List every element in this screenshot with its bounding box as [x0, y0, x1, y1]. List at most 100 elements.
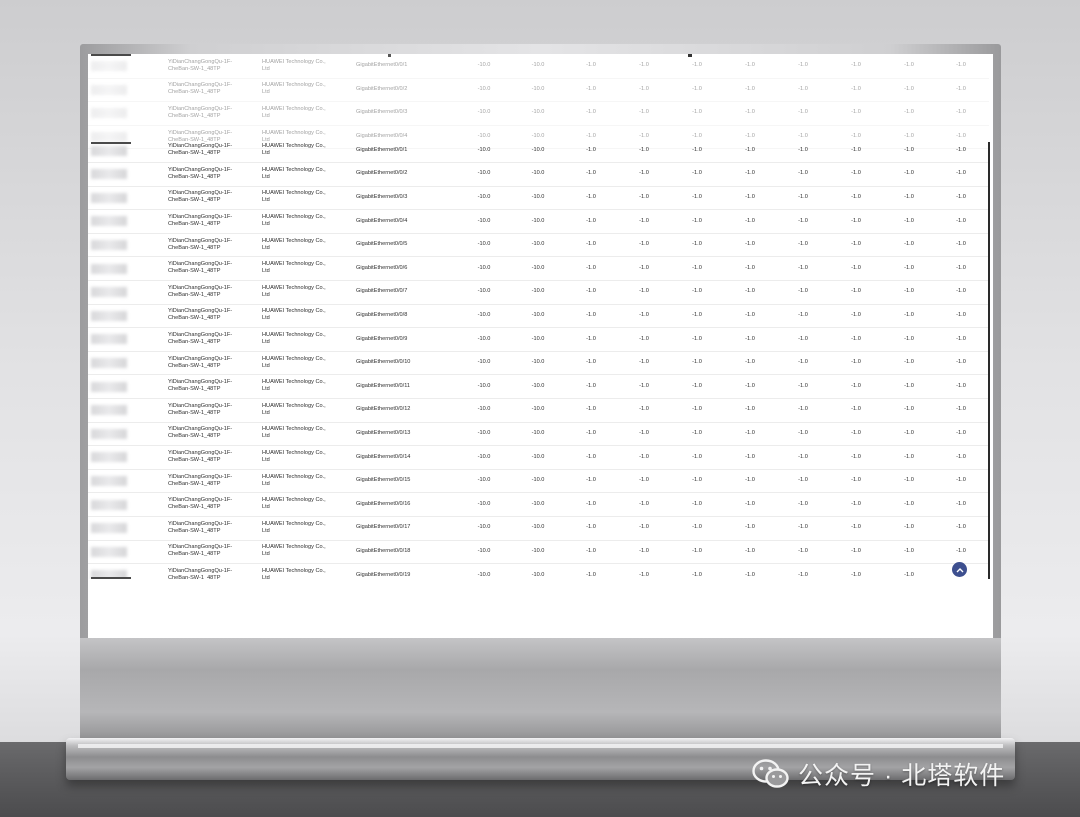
value-cell: -1.0	[639, 429, 649, 436]
value-cell: -1.0	[904, 62, 914, 69]
redacted-ip	[91, 287, 127, 298]
table-row[interactable]: YiDianChangGongQu-1F- CheBan-SW-1_48TP HUA…	[88, 209, 989, 234]
table-row[interactable]: YiDianChangGongQu-1F- CheBan-SW-1_48TP HUA…	[88, 327, 989, 352]
table-row[interactable]: YiDianChangGongQu-1F- CheBan-SW-1_48TP HUA…	[88, 375, 989, 400]
table-row[interactable]: YiDianChangGongQu-1F- CheBan-SW-1_48TP HUA…	[88, 233, 989, 258]
value-cell: -1.0	[956, 382, 966, 389]
vendor-cell: HUAWEI Technology Co., Ltd	[262, 78, 352, 102]
value-cell: -1.0	[692, 193, 702, 200]
value-cell: -1.0	[586, 109, 596, 116]
device-name-cell-line: YiDianChangGongQu-1F-	[168, 544, 233, 551]
device-name-cell-line: CheBan-SW-1_48TP	[168, 551, 221, 558]
value-cell: -1.0	[798, 109, 808, 116]
device-name-cell-line: CheBan-SW-1_48TP	[168, 480, 221, 487]
port-cell: GigabitEthernet0/0/13	[356, 422, 456, 446]
value-cell: -10.0	[477, 453, 491, 460]
device-name-cell-line: CheBan-SW-1_48TP	[168, 268, 221, 275]
vendor-cell-line: Ltd	[262, 339, 270, 346]
value-cell: -10.0	[531, 193, 545, 200]
value-cell: -10.0	[531, 453, 545, 460]
value-cell: -1.0	[904, 146, 914, 153]
port-cell: GigabitEthernet0/0/16	[356, 493, 456, 517]
back-to-top-button[interactable]	[952, 562, 967, 577]
value-cell: -1.0	[904, 477, 914, 484]
value-cell: -1.0	[692, 264, 702, 271]
table-row[interactable]: YiDianChangGongQu-1F- CheBan-SW-1_48TP HUA…	[88, 280, 989, 305]
value-cell: -1.0	[692, 311, 702, 318]
vendor-cell-line: HUAWEI Technology Co.,	[262, 284, 326, 291]
table-row[interactable]: YiDianChangGongQu-1F- CheBan-SW-1_48TP HUA…	[88, 469, 989, 494]
value-cell: -1.0	[586, 217, 596, 224]
value-cell: -1.0	[904, 335, 914, 342]
vendor-cell: HUAWEI Technology Co., Ltd	[262, 398, 352, 422]
device-name-cell-line: YiDianChangGongQu-1F-	[168, 58, 233, 65]
table-row[interactable]: YiDianChangGongQu-1F- CheBan-SW-1_48TP HUA…	[88, 398, 989, 423]
vendor-cell: HUAWEI Technology Co., Ltd	[262, 54, 352, 78]
value-cell: -1.0	[586, 382, 596, 389]
device-name-cell: YiDianChangGongQu-1F- CheBan-SW-1_48TP	[168, 304, 258, 328]
device-name-cell: YiDianChangGongQu-1F- CheBan-SW-1_48TP	[168, 162, 258, 186]
value-cell: -1.0	[956, 146, 966, 153]
scrollbar[interactable]	[988, 142, 990, 579]
table-row[interactable]: YiDianChangGongQu-1F- CheBan-SW-1_48TP HUA…	[88, 516, 989, 541]
table-row[interactable]: YiDianChangGongQu-1F- CheBan-SW-1_48TP HUA…	[88, 101, 989, 126]
table-row[interactable]: YiDianChangGongQu-1F- CheBan-SW-1_48TP HUA…	[88, 493, 989, 518]
table-row[interactable]: YiDianChangGongQu-1F- CheBan-SW-1_48TP HUA…	[88, 563, 989, 579]
vendor-cell-line: Ltd	[262, 268, 270, 275]
value-cell: -1.0	[851, 335, 861, 342]
value-cell: -1.0	[745, 359, 755, 366]
vendor-cell: HUAWEI Technology Co., Ltd	[262, 186, 352, 210]
value-cell: -1.0	[586, 453, 596, 460]
redacted-ip	[91, 145, 127, 156]
value-cell: -1.0	[798, 311, 808, 318]
table-row[interactable]: YiDianChangGongQu-1F- CheBan-SW-1_48TP HUA…	[88, 257, 989, 282]
vendor-cell-line: Ltd	[262, 504, 270, 511]
value-cell: -1.0	[956, 170, 966, 177]
value-cell: -10.0	[477, 288, 491, 295]
value-cell: -1.0	[745, 382, 755, 389]
value-cell: -1.0	[851, 193, 861, 200]
table-row[interactable]: YiDianChangGongQu-1F- CheBan-SW-1_48TP HUA…	[88, 422, 989, 447]
table-row[interactable]: YiDianChangGongQu-1F- CheBan-SW-1_48TP HUA…	[88, 304, 989, 329]
port-cell-line: GigabitEthernet0/0/12	[356, 406, 411, 413]
vendor-cell-line: HUAWEI Technology Co.,	[262, 402, 326, 409]
value-cell: -10.0	[477, 477, 491, 484]
value-cell: -1.0	[904, 241, 914, 248]
vendor-cell-line: Ltd	[262, 433, 270, 440]
table-row[interactable]: YiDianChangGongQu-1F- CheBan-SW-1_48TP HUA…	[88, 139, 989, 164]
vendor-cell-line: HUAWEI Technology Co.,	[262, 379, 326, 386]
vendor-cell: HUAWEI Technology Co., Ltd	[262, 493, 352, 517]
redacted-ip	[91, 546, 127, 557]
value-cell: -1.0	[904, 85, 914, 92]
value-cell: -10.0	[531, 477, 545, 484]
value-cell: -1.0	[798, 193, 808, 200]
value-cell: -1.0	[639, 170, 649, 177]
value-cell: -1.0	[639, 359, 649, 366]
value-cell: -1.0	[798, 288, 808, 295]
table-row[interactable]: YiDianChangGongQu-1F- CheBan-SW-1_48TP HUA…	[88, 54, 989, 79]
port-cell: GigabitEthernet0/0/6	[356, 257, 456, 281]
vendor-cell-line: Ltd	[262, 244, 270, 251]
value-cell: -1.0	[745, 547, 755, 554]
value-cell: -1.0	[851, 571, 861, 578]
redacted-ip	[91, 452, 127, 463]
value-cell: -10.0	[477, 500, 491, 507]
value-cell: -10.0	[477, 571, 491, 578]
value-cell: -1.0	[745, 193, 755, 200]
value-cell: -1.0	[639, 500, 649, 507]
value-cell: -1.0	[956, 109, 966, 116]
value-cell: -10.0	[531, 85, 545, 92]
redacted-ip	[91, 405, 127, 416]
table-row[interactable]: YiDianChangGongQu-1F- CheBan-SW-1_48TP HUA…	[88, 186, 989, 211]
value-cell: -1.0	[692, 146, 702, 153]
table-row[interactable]: YiDianChangGongQu-1F- CheBan-SW-1_48TP HUA…	[88, 351, 989, 376]
value-cell: -1.0	[639, 453, 649, 460]
value-cell: -1.0	[904, 406, 914, 413]
value-cell: -10.0	[531, 264, 545, 271]
value-cell: -1.0	[745, 109, 755, 116]
value-cell: -10.0	[477, 109, 491, 116]
table-row[interactable]: YiDianChangGongQu-1F- CheBan-SW-1_48TP HUA…	[88, 162, 989, 187]
table-row[interactable]: YiDianChangGongQu-1F- CheBan-SW-1_48TP HUA…	[88, 445, 989, 470]
table-row[interactable]: YiDianChangGongQu-1F- CheBan-SW-1_48TP HUA…	[88, 78, 989, 103]
table-row[interactable]: YiDianChangGongQu-1F- CheBan-SW-1_48TP HUA…	[88, 540, 989, 565]
